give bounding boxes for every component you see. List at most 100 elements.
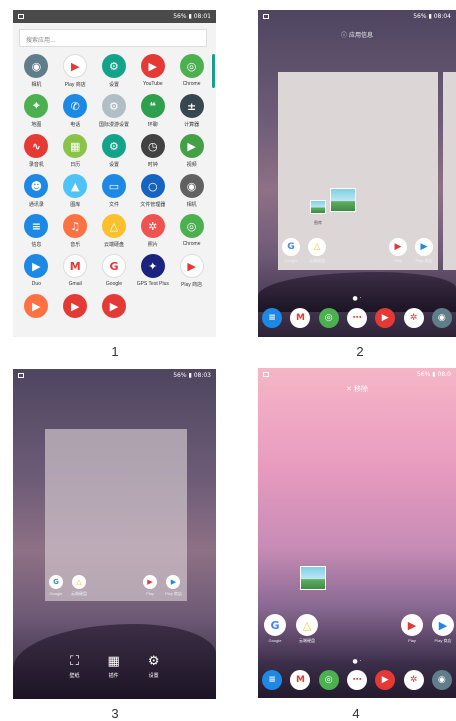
app-item[interactable]: ▶ Play 商店 bbox=[172, 254, 211, 294]
app-label: Google bbox=[105, 281, 123, 287]
app-item[interactable]: ▭ 文件 bbox=[95, 174, 134, 214]
play-shortcut[interactable]: ▶ Play bbox=[389, 238, 407, 263]
play-store-shortcut[interactable]: ▶ Play 商店 bbox=[432, 614, 454, 644]
play-store-shortcut[interactable]: ▶ Play 商店 bbox=[415, 238, 433, 264]
shortcut-label: Google bbox=[284, 258, 298, 263]
app-item[interactable]: ◉ 相机 bbox=[172, 174, 211, 214]
app-info-target[interactable]: ⓘ 应用信息 bbox=[258, 30, 456, 39]
app-item[interactable]: ▶ Play 商店 bbox=[56, 54, 95, 94]
drive-shortcut[interactable]: △ 云端硬盘 bbox=[308, 238, 326, 264]
messages-icon[interactable]: ≡ bbox=[262, 308, 283, 328]
app-item[interactable]: ▲ 图库 bbox=[56, 174, 95, 214]
shortcut-label: 云端硬盘 bbox=[299, 638, 315, 643]
app-item[interactable]: ± 计算器 bbox=[172, 94, 211, 134]
camera-icon[interactable]: ◉ bbox=[431, 308, 452, 328]
play-movies-icon: ▶ bbox=[63, 294, 88, 318]
app-item[interactable]: ♫ 音乐 bbox=[56, 214, 95, 254]
dragged-gallery-icon[interactable] bbox=[300, 566, 326, 590]
app-item[interactable]: ◎ Chrome bbox=[172, 214, 211, 254]
app-drawer-icon[interactable]: ⋯ bbox=[346, 308, 367, 328]
app-label: YouTube bbox=[142, 81, 163, 87]
duo-icon: ▶ bbox=[24, 254, 49, 278]
messages-icon[interactable]: ≡ bbox=[262, 670, 283, 690]
play-shortcut[interactable]: ▶ Play bbox=[401, 614, 423, 643]
chrome-icon: ◎ bbox=[179, 214, 204, 238]
app-item[interactable]: ▶ 视频 bbox=[172, 134, 211, 174]
camera-icon[interactable]: ◉ bbox=[431, 670, 452, 690]
app-item[interactable]: ≡ 信息 bbox=[17, 214, 56, 254]
contacts-icon: ☻ bbox=[24, 174, 49, 198]
gmail-icon[interactable]: M bbox=[290, 308, 311, 328]
play-movies-icon: ▶ bbox=[401, 614, 423, 636]
play-store-icon: ▶ bbox=[432, 614, 454, 636]
play-store-icon: ▶ bbox=[415, 238, 433, 256]
app-item[interactable]: ▦ 日历 bbox=[56, 134, 95, 174]
app-drawer-icon[interactable]: ⋯ bbox=[346, 670, 367, 690]
app-item[interactable]: △ 云端硬盘 bbox=[95, 214, 134, 254]
app-item[interactable]: ✦ GPS Test Plus bbox=[133, 254, 172, 294]
calculator-icon: ± bbox=[179, 94, 204, 118]
google-icon: G bbox=[282, 238, 300, 256]
app-item[interactable]: ✲ 照片 bbox=[133, 214, 172, 254]
app-item[interactable]: ⌖ 地图 bbox=[17, 94, 56, 134]
app-item[interactable]: ✆ 电话 bbox=[56, 94, 95, 134]
roaming-icon: ⚙ bbox=[101, 94, 126, 118]
hangouts-icon: ❝ bbox=[140, 94, 165, 118]
chrome-icon[interactable]: ◎ bbox=[318, 670, 339, 690]
app-search-input[interactable]: 搜索应用... bbox=[19, 29, 207, 47]
drive-icon: △ bbox=[72, 575, 86, 589]
app-label: 音乐 bbox=[70, 242, 81, 248]
youtube-icon[interactable]: ▶ bbox=[375, 308, 396, 328]
caption-4: 4 bbox=[352, 706, 360, 721]
app-label: 电话 bbox=[70, 122, 81, 128]
app-item[interactable]: ◉ 相机 bbox=[17, 54, 56, 94]
app-item[interactable]: ▶ bbox=[95, 294, 134, 334]
app-item[interactable]: ▶ bbox=[56, 294, 95, 334]
app-item[interactable]: ◷ 时钟 bbox=[133, 134, 172, 174]
google-icon: G bbox=[264, 614, 286, 636]
google-icon: G bbox=[49, 575, 63, 589]
app-label: GPS Test Plus bbox=[136, 281, 169, 287]
remove-target[interactable]: ✕ 移除 bbox=[258, 384, 456, 394]
app-item[interactable]: ⚙ 设置 bbox=[95, 134, 134, 174]
app-item[interactable]: M Gmail bbox=[56, 254, 95, 294]
app-item[interactable]: ⚙ 设置 bbox=[95, 54, 134, 94]
app-label: 计算器 bbox=[184, 122, 200, 128]
dragged-gallery-icon[interactable] bbox=[330, 188, 356, 212]
page-indicator: ● · bbox=[352, 295, 362, 302]
drive-shortcut[interactable]: △ 云端硬盘 bbox=[296, 614, 318, 644]
app-item[interactable]: ▶ Duo bbox=[17, 254, 56, 294]
google-shortcut[interactable]: G Google bbox=[264, 614, 286, 643]
google-shortcut[interactable]: G Google bbox=[282, 238, 300, 263]
wallpaper-button[interactable]: ⛶ 壁纸 bbox=[70, 654, 80, 679]
app-item[interactable]: ▶ YouTube bbox=[133, 54, 172, 94]
camera-icon: ◉ bbox=[24, 54, 49, 78]
video-icon: ▶ bbox=[179, 134, 204, 158]
app-item[interactable]: ⚙ 国际漫游设置 bbox=[95, 94, 134, 134]
app-label: 云端硬盘 bbox=[103, 242, 124, 248]
drive-shortcut: △ 云端硬盘 bbox=[71, 575, 87, 597]
youtube-icon[interactable]: ▶ bbox=[375, 670, 396, 690]
home-overview-screen: 56% ▮ 08:03 G Google △ 云端硬盘 ▶ Play ▶ Play 商店… bbox=[13, 369, 216, 699]
gmail-icon[interactable]: M bbox=[290, 670, 311, 690]
settings-button[interactable]: ⚙ 设置 bbox=[148, 654, 160, 679]
play-store-shortcut: ▶ Play 商店 bbox=[165, 575, 182, 597]
play-store-icon: ▶ bbox=[179, 254, 204, 278]
photos-icon[interactable]: ✲ bbox=[403, 308, 424, 328]
scrollbar[interactable] bbox=[212, 54, 215, 88]
status-bar: 56% ▮ 08:04 bbox=[258, 10, 456, 23]
app-item[interactable]: ▶ bbox=[17, 294, 56, 334]
app-item[interactable]: ∿ 录音机 bbox=[17, 134, 56, 174]
caption-2: 2 bbox=[356, 344, 364, 359]
photos-icon[interactable]: ✲ bbox=[403, 670, 424, 690]
overview-menu: ⛶ 壁纸 ▦ 插件 ⚙ 设置 bbox=[13, 654, 216, 679]
app-item[interactable]: ❝ 环聊 bbox=[133, 94, 172, 134]
app-item[interactable]: ☻ 通讯录 bbox=[17, 174, 56, 214]
app-item[interactable]: ○ 文件管理器 bbox=[133, 174, 172, 214]
chrome-icon: ◎ bbox=[179, 54, 204, 78]
app-item[interactable]: ◎ Chrome bbox=[172, 54, 211, 94]
app-item[interactable]: G Google bbox=[95, 254, 134, 294]
chrome-icon[interactable]: ◎ bbox=[318, 308, 339, 328]
camera-icon: ◉ bbox=[179, 174, 204, 198]
widgets-button[interactable]: ▦ 插件 bbox=[108, 654, 120, 679]
